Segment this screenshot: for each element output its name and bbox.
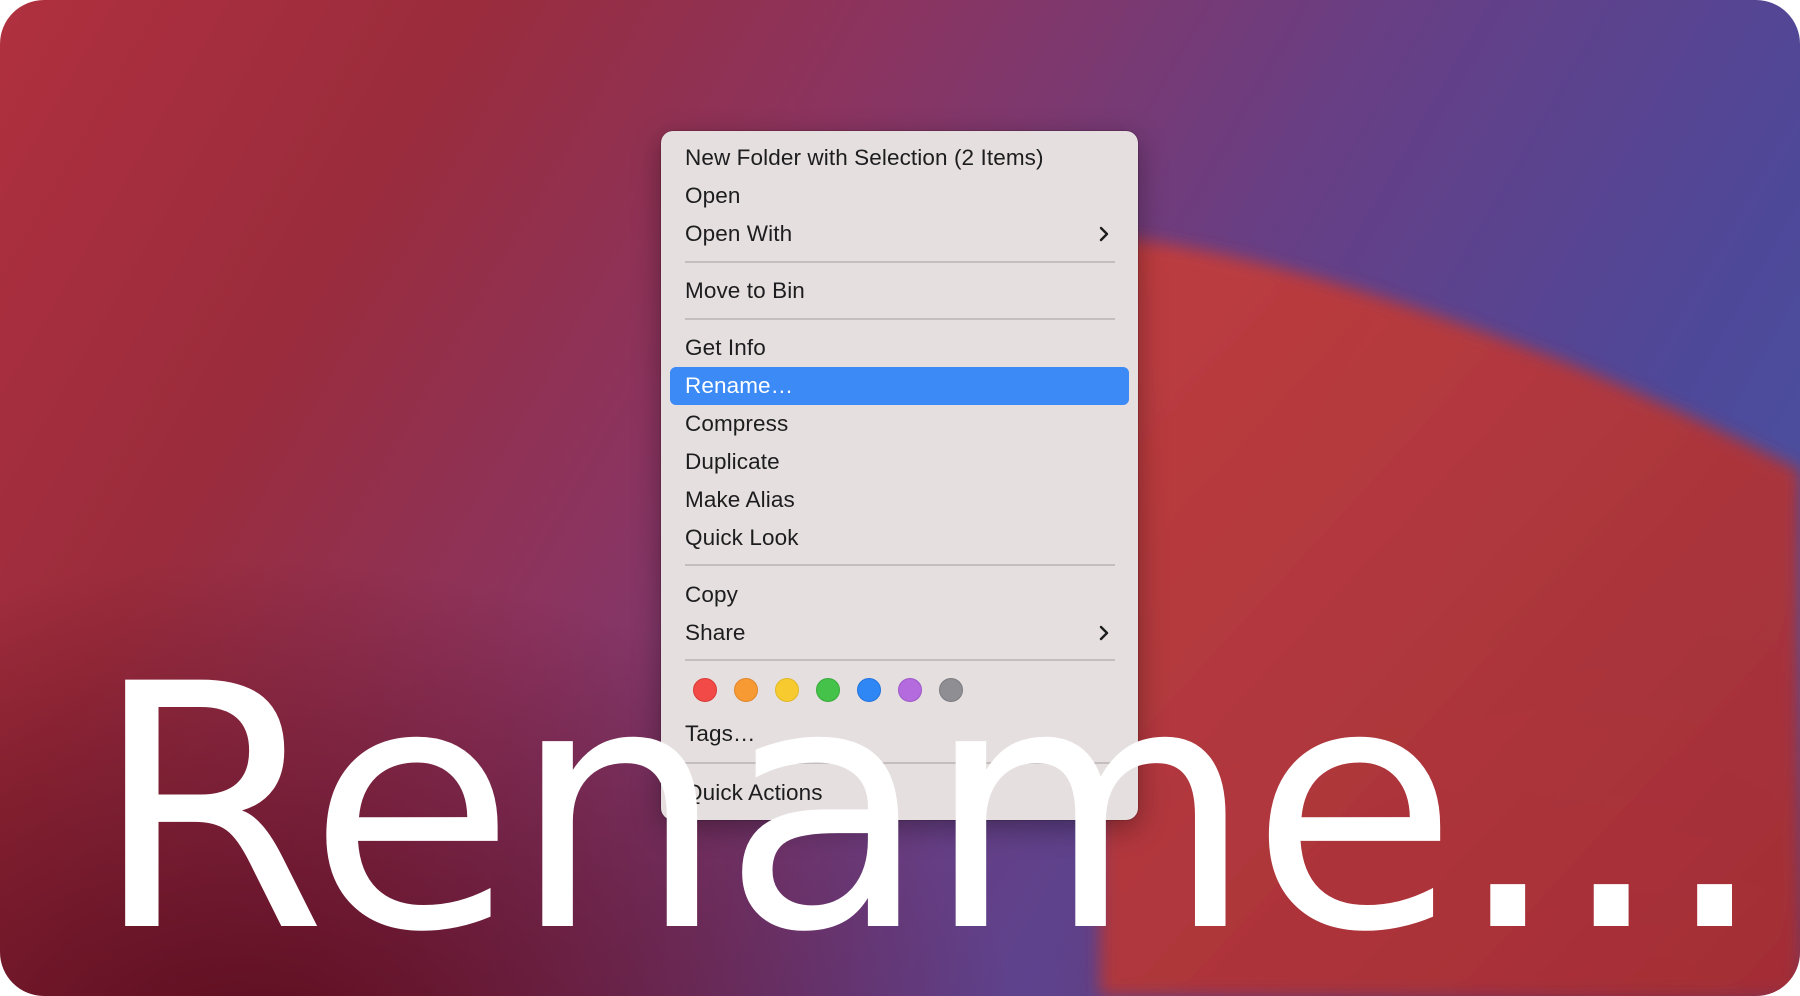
menu-separator [685,261,1115,263]
menu-item-duplicate[interactable]: Duplicate [670,443,1129,481]
desktop-background: New Folder with Selection (2 Items) Open… [0,0,1800,996]
menu-item-label: Open [685,183,741,208]
menu-item-open[interactable]: Open [670,177,1129,215]
menu-item-compress[interactable]: Compress [670,405,1129,443]
menu-item-copy[interactable]: Copy [670,576,1129,614]
menu-item-make-alias[interactable]: Make Alias [670,481,1129,519]
menu-separator [685,564,1115,566]
menu-item-new-folder-with-selection[interactable]: New Folder with Selection (2 Items) [670,139,1129,177]
menu-item-label: Duplicate [685,449,780,474]
menu-item-label: New Folder with Selection (2 Items) [685,145,1044,170]
menu-item-label: Get Info [685,335,766,360]
menu-item-label: Move to Bin [685,278,805,303]
overlay-caption: Rename... [92,612,1768,996]
menu-item-label: Compress [685,411,789,436]
menu-item-open-with[interactable]: Open With [670,215,1129,253]
menu-item-label: Make Alias [685,487,795,512]
menu-item-label: Rename… [685,373,794,398]
chevron-right-icon [1099,226,1109,242]
menu-item-rename[interactable]: Rename… [670,367,1129,405]
menu-item-move-to-bin[interactable]: Move to Bin [670,272,1129,310]
menu-item-get-info[interactable]: Get Info [670,329,1129,367]
menu-item-label: Quick Look [685,525,799,550]
menu-separator [685,318,1115,320]
menu-item-label: Open With [685,221,793,246]
menu-item-quick-look[interactable]: Quick Look [670,519,1129,557]
menu-item-label: Copy [685,582,738,607]
